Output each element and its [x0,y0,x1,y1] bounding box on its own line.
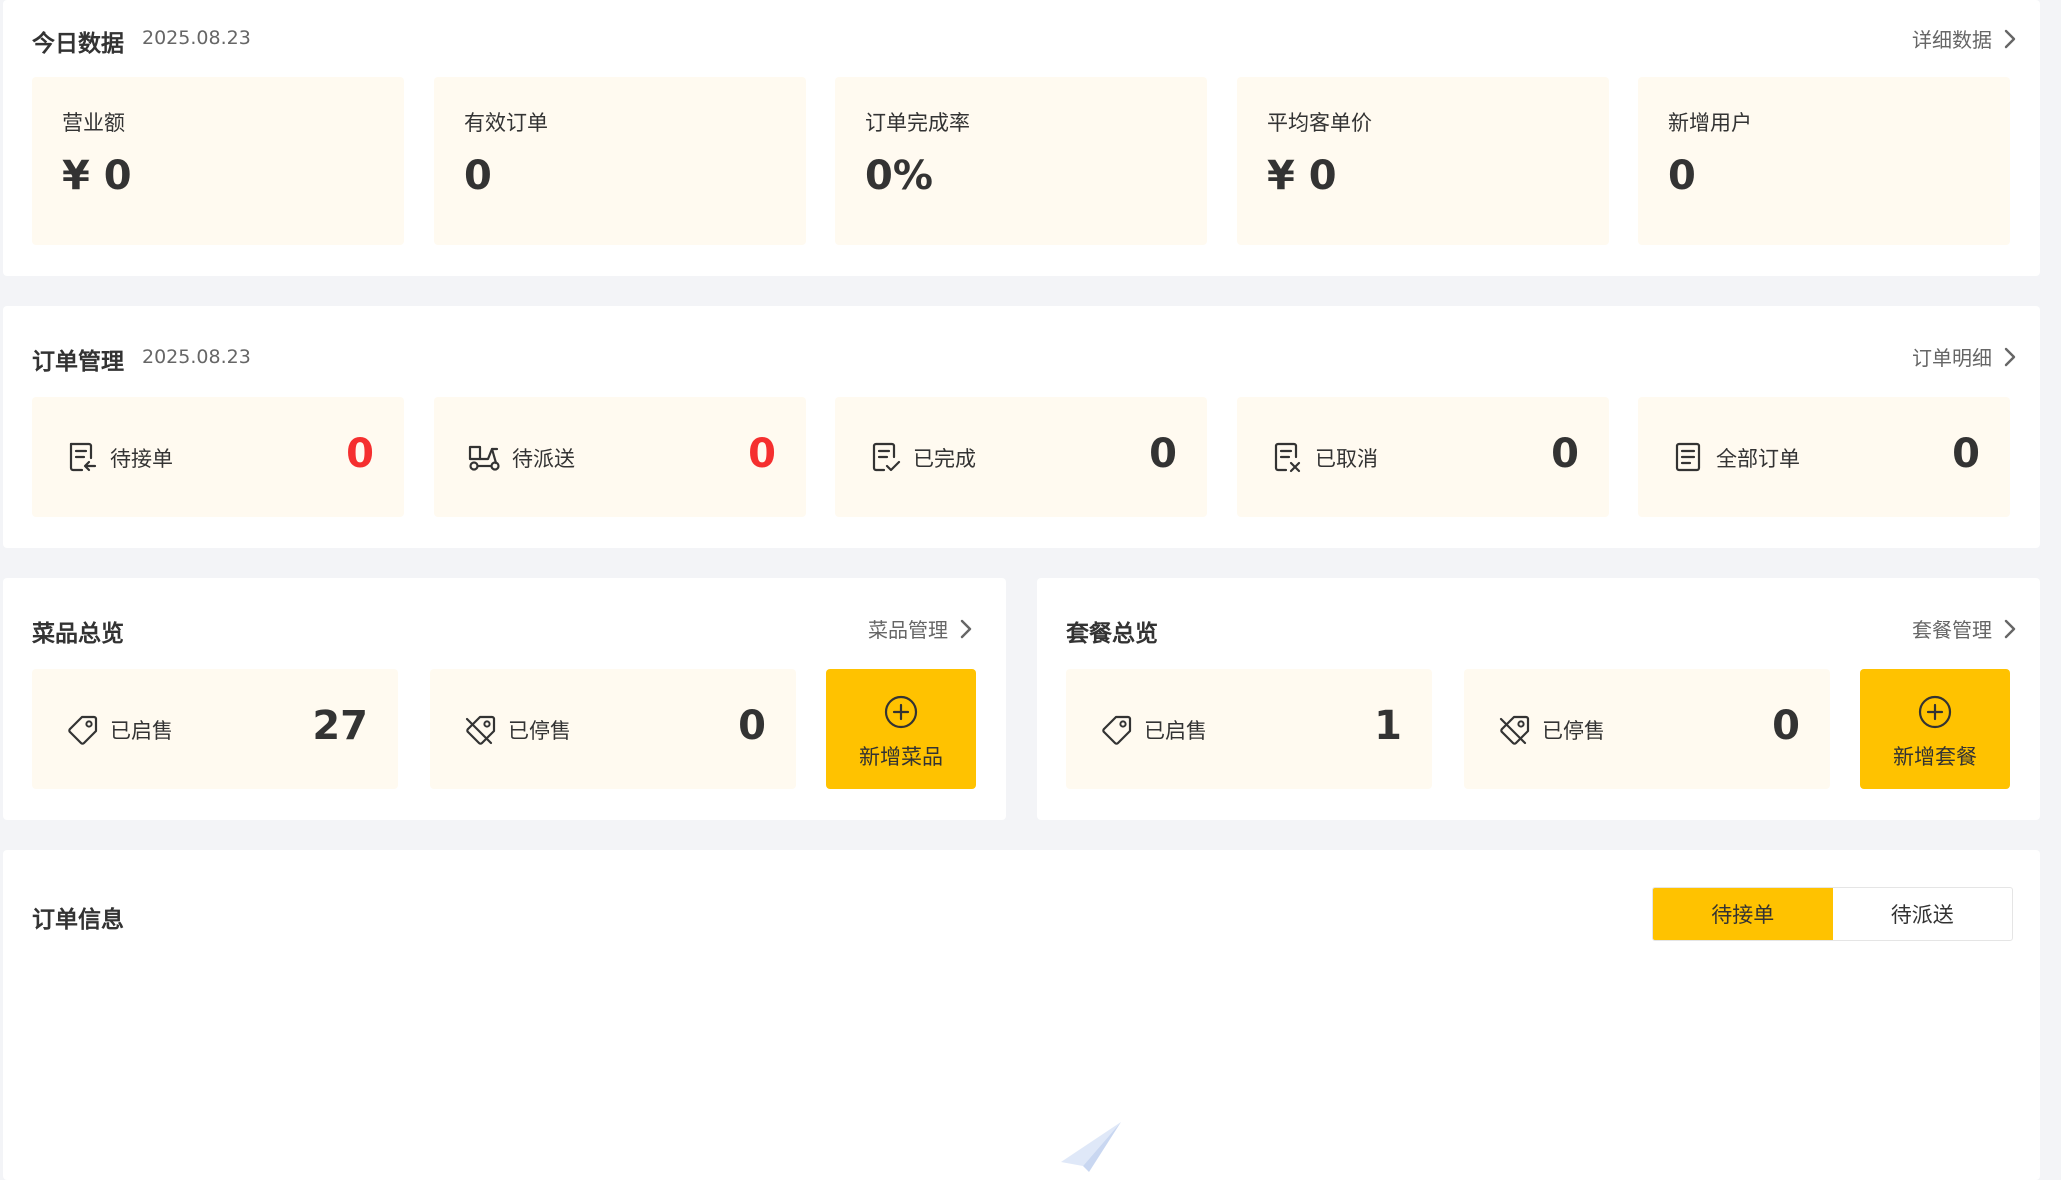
order-count: 0 [1149,431,1177,477]
order-card-pending-accept[interactable]: 待接单 0 [32,397,404,517]
chevron-right-icon [2004,347,2016,366]
stat-value: 0 [1668,153,1696,199]
stat-card-avg-price: 平均客单价 ¥ 0 [1237,77,1609,245]
chevron-right-icon [960,619,972,638]
add-combo-label: 新增套餐 [1893,745,1977,769]
dish-off-sale-count: 0 [738,703,766,749]
order-count: 0 [1551,431,1579,477]
combo-overview-title: 套餐总览 [1066,621,1158,647]
today-data-date: 2025.08.23 [142,27,251,49]
stat-value: ¥ 0 [62,153,132,199]
dish-on-sale-label: 已启售 [110,719,173,743]
order-management-panel: 订单管理 2025.08.23 订单明细 待接单 0 待派送 0 已完成 0 已… [3,306,2040,548]
stat-label: 新增用户 [1668,111,1752,135]
dish-off-sale-card: 已停售 0 [430,669,796,789]
order-count: 0 [748,431,776,477]
dish-overview-panel: 菜品总览 菜品管理 已启售 27 已停售 0 新增菜品 [3,578,1006,820]
order-detail-link-label: 订单明细 [1912,346,1992,370]
order-label: 待派送 [512,447,575,471]
combo-management-link-label: 套餐管理 [1912,618,1992,642]
order-label: 待接单 [110,447,173,471]
combo-off-sale-label: 已停售 [1542,719,1605,743]
today-data-title: 今日数据 [32,31,124,57]
detail-data-link-label: 详细数据 [1912,28,1992,52]
plus-circle-icon [884,695,918,729]
order-info-title: 订单信息 [32,907,124,933]
combo-on-sale-label: 已启售 [1144,719,1207,743]
order-detail-link[interactable]: 订单明细 [1912,342,2016,371]
combo-on-sale-count: 1 [1374,703,1402,749]
dish-management-link[interactable]: 菜品管理 [868,614,972,643]
delivery-scooter-icon [468,445,500,471]
order-count: 0 [346,431,374,477]
order-card-cancelled[interactable]: 已取消 0 [1237,397,1609,517]
order-count: 0 [1952,431,1980,477]
combo-off-sale-count: 0 [1772,703,1800,749]
price-tag-off-icon [1499,715,1530,745]
order-label: 已取消 [1315,447,1378,471]
order-management-title: 订单管理 [32,349,124,375]
add-combo-button[interactable]: 新增套餐 [1860,669,2010,789]
dish-overview-title: 菜品总览 [32,621,124,647]
stat-value: ¥ 0 [1267,153,1337,199]
combo-on-sale-card: 已启售 1 [1066,669,1432,789]
order-card-completed[interactable]: 已完成 0 [835,397,1207,517]
order-label: 已完成 [913,447,976,471]
plus-circle-icon [1918,695,1952,729]
chevron-right-icon [2004,619,2016,638]
price-tag-icon [1102,715,1132,745]
order-done-icon [872,442,901,472]
order-card-pending-delivery[interactable]: 待派送 0 [434,397,806,517]
detail-data-link[interactable]: 详细数据 [1912,24,2016,53]
stat-label: 平均客单价 [1267,111,1372,135]
stat-card-valid-orders: 有效订单 0 [434,77,806,245]
price-tag-off-icon [465,715,496,745]
dish-off-sale-label: 已停售 [508,719,571,743]
order-label: 全部订单 [1716,447,1800,471]
chevron-right-icon [2004,29,2016,48]
stat-value: 0% [865,153,933,199]
tab-pending-accept[interactable]: 待接单 [1653,888,1833,940]
combo-off-sale-card: 已停售 0 [1464,669,1830,789]
order-info-panel: 订单信息 待接单 待派送 [3,850,2040,1180]
paper-plane-icon [1061,1122,1121,1172]
dish-on-sale-card: 已启售 27 [32,669,398,789]
stat-label: 营业额 [62,111,125,135]
order-management-date: 2025.08.23 [142,346,251,368]
order-receive-icon [69,442,97,472]
dish-management-link-label: 菜品管理 [868,618,948,642]
add-dish-label: 新增菜品 [859,745,943,769]
order-cancel-icon [1274,442,1301,473]
order-list-icon [1675,442,1701,472]
stat-card-new-users: 新增用户 0 [1638,77,2010,245]
combo-management-link[interactable]: 套餐管理 [1912,614,2016,643]
add-dish-button[interactable]: 新增菜品 [826,669,976,789]
stat-label: 有效订单 [464,111,548,135]
today-data-panel: 今日数据 2025.08.23 详细数据 营业额 ¥ 0 有效订单 0 订单完成… [3,0,2040,276]
order-info-tabs: 待接单 待派送 [1652,887,2013,941]
stat-card-revenue: 营业额 ¥ 0 [32,77,404,245]
price-tag-icon [68,715,98,745]
combo-overview-panel: 套餐总览 套餐管理 已启售 1 已停售 0 新增套餐 [1037,578,2040,820]
stat-label: 订单完成率 [865,111,970,135]
dish-on-sale-count: 27 [312,703,368,749]
order-card-all[interactable]: 全部订单 0 [1638,397,2010,517]
stat-card-completion-rate: 订单完成率 0% [835,77,1207,245]
stat-value: 0 [464,153,492,199]
tab-pending-delivery[interactable]: 待派送 [1833,888,2013,940]
